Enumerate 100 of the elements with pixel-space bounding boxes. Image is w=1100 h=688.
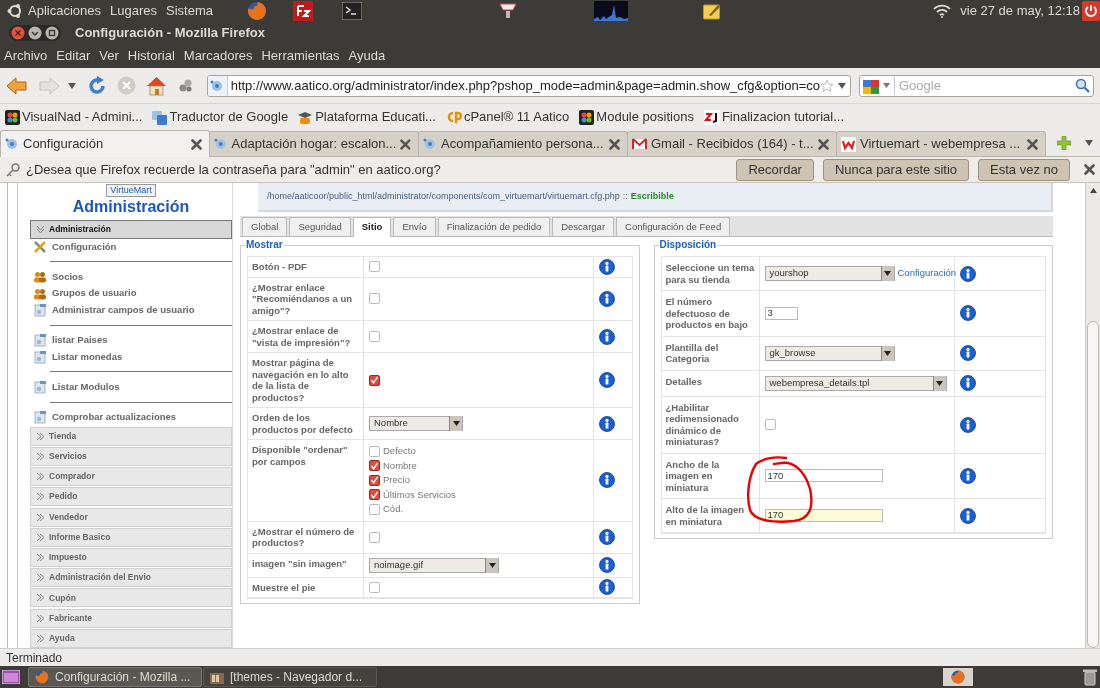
google-icon[interactable] — [863, 77, 879, 94]
clock[interactable]: vie 27 de may, 12:18 — [960, 1, 1080, 21]
section-header[interactable]: Servicios — [30, 446, 232, 466]
close-icon[interactable] — [400, 138, 411, 150]
panel-menu[interactable]: Aplicaciones — [28, 1, 101, 21]
info-icon[interactable] — [599, 529, 615, 545]
section-header[interactable]: Vendedor — [30, 507, 232, 527]
input-field[interactable]: 170 — [764, 469, 883, 483]
notification-button[interactable]: Esta vez no — [978, 158, 1070, 181]
menu-item[interactable]: Marcadores — [183, 46, 253, 66]
info-icon[interactable] — [599, 557, 615, 573]
bookmark[interactable]: VisualNad - Admini... — [22, 107, 143, 127]
checkbox[interactable] — [369, 581, 380, 593]
info-icon[interactable] — [959, 416, 976, 433]
info-icon[interactable] — [959, 507, 976, 524]
info-icon[interactable] — [599, 290, 615, 307]
section-header[interactable]: Impuesto — [30, 547, 232, 567]
search-input[interactable]: Google — [894, 75, 1075, 96]
menu-item[interactable]: Ayuda — [348, 46, 386, 66]
close-icon[interactable] — [818, 138, 829, 150]
browser-tab[interactable]: Acompañamiento persona... — [418, 131, 628, 156]
dropdown[interactable]: yourshop — [764, 266, 895, 281]
caret-icon[interactable] — [838, 82, 846, 89]
close-icon[interactable] — [609, 138, 620, 150]
sidebar-link[interactable]: listar Paises — [52, 333, 108, 348]
info-icon[interactable] — [959, 265, 976, 282]
close-icon[interactable] — [1084, 164, 1095, 175]
section-header[interactable]: Fabricante — [30, 608, 232, 628]
star-icon[interactable] — [820, 78, 834, 93]
section-header[interactable]: Administración del Envio — [30, 568, 232, 588]
filezilla-icon[interactable] — [292, 1, 313, 21]
applet-icon[interactable] — [497, 2, 518, 20]
menu-item[interactable]: Archivo — [4, 46, 48, 66]
taskbar-button[interactable]: Configuración - Mozilla ... — [28, 667, 202, 687]
section-header[interactable]: Ayuda — [30, 628, 232, 648]
input-field[interactable]: 3 — [764, 306, 798, 320]
tab-list-caret-icon[interactable] — [1085, 140, 1093, 146]
info-icon[interactable] — [599, 328, 615, 345]
info-icon[interactable] — [599, 472, 615, 489]
menu-item[interactable]: Herramientas — [261, 46, 340, 66]
ubuntu-logo-icon[interactable] — [7, 3, 23, 19]
info-icon[interactable] — [599, 372, 615, 388]
checkbox[interactable] — [369, 445, 380, 457]
close-icon[interactable] — [191, 138, 202, 150]
section-header[interactable]: Pedido — [30, 487, 232, 507]
config-tab[interactable]: Finalización de pedido — [437, 217, 551, 236]
info-icon[interactable] — [599, 579, 615, 596]
reload-icon[interactable] — [87, 75, 107, 96]
panel-menu[interactable]: Sistema — [166, 1, 213, 21]
checkbox[interactable] — [369, 474, 380, 486]
bookmark[interactable]: Traductor de Google — [169, 107, 289, 127]
scroll-thumb[interactable] — [1087, 321, 1099, 648]
home-icon[interactable] — [146, 75, 167, 96]
config-tab[interactable]: Sitio — [352, 217, 392, 237]
configuration-link[interactable]: Configuración — [897, 266, 957, 281]
config-tab[interactable]: Descargar — [552, 217, 615, 236]
notification-button[interactable]: Recordar — [736, 158, 814, 181]
sidebar-link[interactable]: Grupos de usuario — [52, 286, 137, 301]
sidebar-link[interactable]: Comprobar actualizaciones — [52, 410, 177, 425]
minimize-icon[interactable] — [28, 26, 42, 40]
checkbox[interactable] — [369, 460, 380, 472]
input-field[interactable]: 170 — [764, 509, 883, 522]
back-icon[interactable] — [6, 75, 28, 96]
checkbox[interactable] — [369, 293, 380, 305]
scrollbar[interactable] — [1085, 183, 1100, 648]
config-tab[interactable]: Seguridad — [289, 217, 351, 236]
search-field[interactable]: Google — [859, 74, 1094, 97]
checkbox[interactable] — [369, 489, 380, 501]
dropdown[interactable]: noimage.gif — [369, 557, 499, 573]
info-icon[interactable] — [599, 258, 615, 275]
bookmark[interactable]: Module positions — [596, 107, 694, 127]
checkbox[interactable] — [369, 261, 380, 273]
bookmark[interactable]: Plataforma Educati... — [315, 107, 436, 127]
history-caret-icon[interactable] — [68, 82, 76, 89]
menu-item[interactable]: Historial — [127, 46, 175, 66]
sidebar-link[interactable]: Listar monedas — [52, 349, 123, 364]
menu-item[interactable]: Ver — [99, 46, 119, 66]
search-icon[interactable] — [1075, 78, 1090, 93]
browser-tab[interactable]: Adaptación hogar: escalon... — [209, 131, 419, 156]
checkbox[interactable] — [369, 503, 380, 515]
caret-icon[interactable] — [883, 83, 890, 88]
section-header[interactable]: Informe Basico — [30, 527, 232, 547]
dropdown[interactable]: webempresa_details.tpl — [764, 375, 947, 391]
firefox-icon[interactable] — [246, 1, 267, 21]
section-header[interactable]: Administración — [30, 220, 232, 239]
browser-tab[interactable]: Gmail - Recibidos (164) - t... — [627, 131, 837, 156]
notification-button[interactable]: Nunca para este sitio — [822, 158, 970, 181]
config-tab[interactable]: Envío — [393, 217, 436, 236]
sidebar-link[interactable]: Socios — [52, 269, 84, 285]
sidebar-link[interactable]: Listar Modulos — [52, 379, 120, 395]
browser-tab[interactable]: Virtuemart - webempresa ... — [836, 131, 1046, 156]
checkbox[interactable] — [764, 419, 776, 430]
info-icon[interactable] — [959, 305, 976, 322]
info-icon[interactable] — [599, 415, 615, 432]
address-bar[interactable]: http://www.aatico.org/administrator/index.php?pshop_mode=admin&page=admin.show_cfg&option=co — [207, 74, 851, 97]
menu-item[interactable]: Editar — [56, 46, 91, 66]
checkbox[interactable] — [369, 331, 380, 342]
wifi-icon[interactable] — [933, 4, 952, 18]
sidebar-link[interactable]: Administrar campos de usuario — [52, 303, 195, 318]
close-window-icon[interactable] — [11, 26, 25, 40]
